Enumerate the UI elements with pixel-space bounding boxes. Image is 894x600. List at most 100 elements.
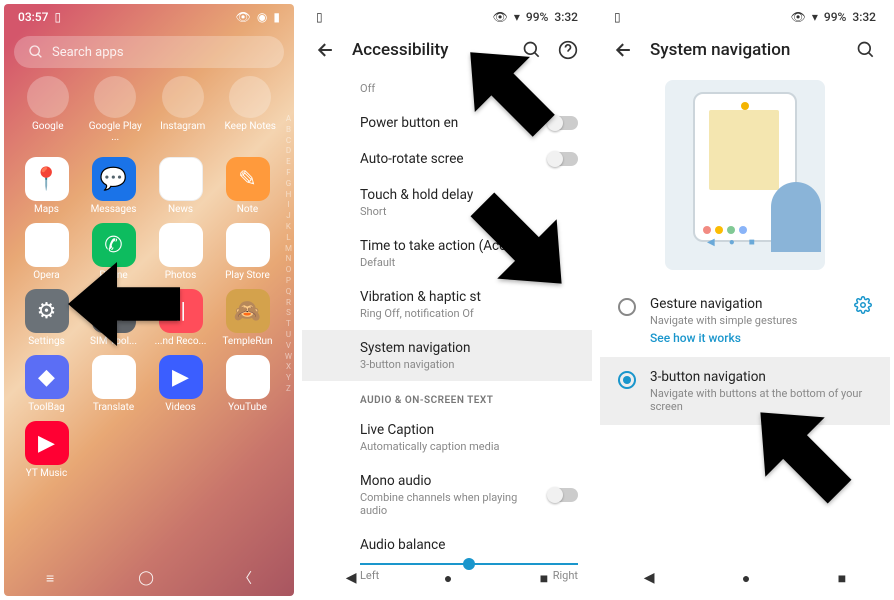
- status-bar: ▯ 👁 ▾ 99% 3:32: [302, 4, 592, 30]
- app-label: Settings: [14, 336, 79, 347]
- app-label: TempleRun: [215, 336, 280, 347]
- search-icon[interactable]: [856, 40, 876, 60]
- settings-item-value: 3-button navigation: [360, 358, 578, 371]
- back-icon[interactable]: [316, 40, 336, 60]
- folder-icon: [162, 76, 204, 118]
- settings-item-label: Power button en: [360, 115, 458, 131]
- visibility-icon: 👁: [236, 10, 251, 24]
- back-button[interactable]: ◀: [644, 570, 655, 586]
- app-news[interactable]: GNews: [148, 157, 213, 215]
- app-folder[interactable]: Google Play ...: [87, 76, 143, 143]
- settings-item[interactable]: Vibration & haptic stRing Off, notificat…: [360, 279, 592, 330]
- app-phone[interactable]: ✆ Phone: [81, 223, 146, 281]
- search-icon: [28, 44, 44, 60]
- app-ndreco[interactable]: ||...nd Reco...: [148, 289, 213, 347]
- settings-item-value: Automatically caption media: [360, 440, 578, 453]
- app-playstore[interactable]: ▶Play Store: [215, 223, 280, 281]
- app-youtube[interactable]: ▶YouTube: [215, 355, 280, 413]
- app-folder[interactable]: Google: [20, 76, 76, 143]
- wifi-icon: ◉: [257, 10, 267, 24]
- recents-button[interactable]: ≡: [46, 570, 54, 587]
- help-icon[interactable]: [558, 40, 578, 60]
- navigation-option[interactable]: Gesture navigation Navigate with simple …: [614, 284, 876, 357]
- settings-item-value: Ring Off, notification Of: [360, 307, 578, 320]
- settings-item[interactable]: Mono audioCombine channels when playing …: [360, 463, 592, 527]
- settings-item[interactable]: Power button en: [360, 105, 592, 141]
- app-label: Photos: [148, 270, 213, 281]
- app-translate[interactable]: G文Translate: [81, 355, 146, 413]
- battery-text: 99%: [526, 10, 548, 24]
- navigation-options: Gesture navigation Navigate with simple …: [600, 284, 890, 425]
- app-messages[interactable]: 💬Messages: [81, 157, 146, 215]
- option-label: Gesture navigation: [650, 296, 797, 312]
- settings-list: Off Power button en Auto-rotate scree To…: [302, 70, 592, 596]
- search-apps-input[interactable]: Search apps: [14, 36, 284, 68]
- toggle-switch[interactable]: [548, 152, 578, 166]
- settings-item-value: Short: [360, 205, 578, 218]
- settings-item[interactable]: Auto-rotate scree: [360, 141, 592, 177]
- back-button[interactable]: 〈: [238, 568, 252, 588]
- app-label: Note: [215, 204, 280, 215]
- settings-item-label: Time to take action (Acc ility tim: [360, 238, 578, 254]
- app-icon: ✆: [92, 223, 136, 267]
- app-grid: 📍Maps💬MessagesGNews ✎ Note OOpera ✆ Phone ✦ Pho…: [4, 151, 294, 485]
- toggle-switch[interactable]: [548, 116, 578, 130]
- recents-button[interactable]: ■: [540, 570, 548, 587]
- radio-button[interactable]: [618, 371, 636, 389]
- home-button[interactable]: ◯: [138, 570, 154, 586]
- nav-bar: ◀ ● ■: [302, 560, 592, 596]
- app-icon: G: [159, 157, 203, 201]
- search-icon[interactable]: [522, 40, 542, 60]
- folder-label: Keep Notes: [222, 121, 278, 132]
- folder-label: Google: [20, 121, 76, 132]
- settings-item-label: Mono audio: [360, 473, 538, 489]
- settings-item[interactable]: Touch & hold delay Short: [360, 177, 592, 228]
- app-folder[interactable]: Instagram: [155, 76, 211, 143]
- app-folder[interactable]: Keep Notes: [222, 76, 278, 143]
- toggle-switch[interactable]: [548, 488, 578, 502]
- app-label: Opera: [14, 270, 79, 281]
- app-maps[interactable]: 📍Maps: [14, 157, 79, 215]
- settings-item-label: Touch & hold delay: [360, 187, 578, 203]
- home-button[interactable]: ●: [444, 570, 452, 587]
- folder-icon: [27, 76, 69, 118]
- settings-item[interactable]: System navigation3-button navigation: [302, 330, 592, 381]
- app-templerun[interactable]: 🙈 TempleRun: [215, 289, 280, 347]
- app-opera[interactable]: OOpera: [14, 223, 79, 281]
- app-ytmusic[interactable]: ▶YT Music: [14, 421, 79, 479]
- page-title: Accessibility: [352, 40, 506, 60]
- recents-button[interactable]: ■: [838, 570, 846, 587]
- folder-icon: [94, 76, 136, 118]
- option-label: 3-button navigation: [650, 369, 872, 385]
- back-button[interactable]: ◀: [346, 570, 357, 586]
- navigation-option[interactable]: 3-button navigation Navigate with button…: [600, 357, 890, 425]
- section-header: AUDIO & ON-SCREEN TEXT: [360, 381, 592, 412]
- nav-bar: ≡ ◯ 〈: [4, 560, 294, 596]
- app-label: SIM Tool...: [81, 336, 146, 347]
- app-note[interactable]: ✎ Note: [215, 157, 280, 215]
- app-label: Play Store: [215, 270, 280, 281]
- settings-item[interactable]: Time to take action (Acc ility timDefaul…: [360, 228, 592, 279]
- app-settings[interactable]: ⚙Settings: [14, 289, 79, 347]
- see-how-link[interactable]: See how it works: [650, 331, 797, 345]
- app-label: Phone: [81, 270, 146, 281]
- settings-item[interactable]: Off: [360, 70, 592, 105]
- app-photos[interactable]: ✦ Photos: [148, 223, 213, 281]
- app-toolbag[interactable]: ◆ToolBag: [14, 355, 79, 413]
- app-icon: 🙈: [226, 289, 270, 333]
- page-header: System navigation: [600, 30, 890, 70]
- app-simtool[interactable]: ▤SIM Tool...: [81, 289, 146, 347]
- app-videos[interactable]: ▶Videos: [148, 355, 213, 413]
- gear-icon[interactable]: [854, 296, 872, 318]
- back-icon[interactable]: [614, 40, 634, 60]
- app-icon: ✦: [159, 223, 203, 267]
- radio-button[interactable]: [618, 298, 636, 316]
- app-icon: ✎: [226, 157, 270, 201]
- notification-icon: ▯: [614, 10, 621, 24]
- folder-label: Google Play ...: [87, 121, 143, 143]
- settings-item[interactable]: Live CaptionAutomatically caption media: [360, 412, 592, 463]
- home-button[interactable]: ●: [742, 570, 750, 587]
- app-icon: ||: [159, 289, 203, 333]
- status-time: 3:32: [852, 10, 876, 24]
- alphabet-index[interactable]: ABCDEFGHIJKLMNOPQRSTUVWXYZ: [285, 114, 292, 395]
